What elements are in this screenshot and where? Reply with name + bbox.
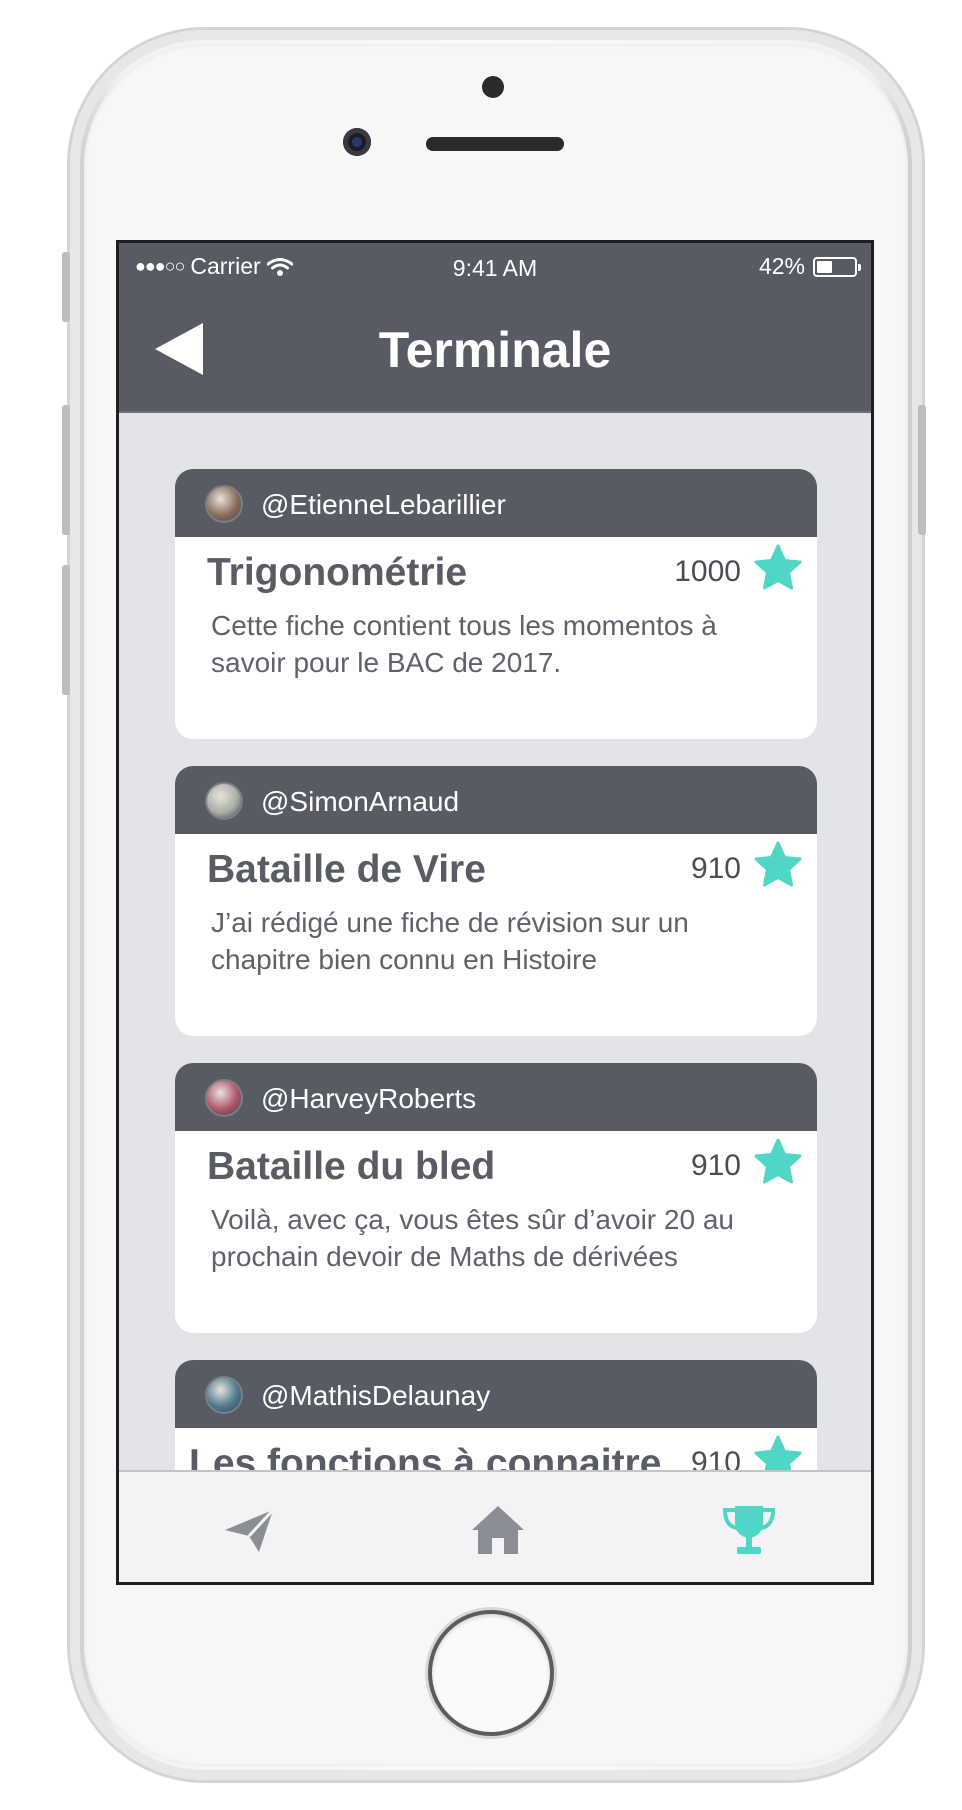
- sheet-list: @EtienneLebarillier Trigonométrie 1000 C…: [119, 413, 871, 1473]
- star-count: 910: [690, 852, 741, 885]
- sheet-card[interactable]: @MathisDelaunay Les fonctions à connaitr…: [175, 1360, 817, 1473]
- sheet-title: Trigonométrie: [207, 551, 468, 594]
- avatar[interactable]: [205, 1079, 243, 1117]
- home-icon[interactable]: [468, 1500, 528, 1560]
- front-camera: [343, 128, 371, 156]
- earpiece-speaker: [426, 137, 564, 151]
- power-button: [918, 405, 926, 535]
- sheet-card[interactable]: @SimonArnaud Bataille de Vire 910 J’ai r…: [175, 766, 817, 1036]
- page-title: Terminale: [378, 322, 612, 378]
- star-count: 1000: [674, 555, 741, 588]
- battery-icon: [813, 256, 861, 277]
- card-author-bar: @SimonArnaud: [175, 766, 817, 834]
- battery-tip: [858, 263, 861, 271]
- star-count: 910: [690, 1149, 741, 1182]
- battery-level: [817, 260, 833, 273]
- status-bar: ●●●○○ Carrier 9:41 AM 42%: [119, 243, 871, 291]
- tab-bar: [119, 1470, 871, 1582]
- navigation-header: ●●●○○ Carrier 9:41 AM 42% Terminale: [119, 243, 871, 413]
- status-right: 42%: [758, 253, 861, 280]
- app-screen: ●●●○○ Carrier 9:41 AM 42% Terminale @Eti…: [116, 240, 874, 1585]
- card-author-bar: @EtienneLebarillier: [175, 469, 817, 537]
- star-icon[interactable]: [753, 1434, 803, 1473]
- sheet-description: J’ai rédigé une fiche de révision sur un…: [211, 907, 689, 975]
- star-icon[interactable]: [753, 1137, 803, 1187]
- star-count: 910: [690, 1446, 741, 1473]
- author-username[interactable]: @MathisDelaunay: [261, 1380, 490, 1412]
- sheet-title: Les fonctions à connaitre: [189, 1442, 662, 1473]
- sheet-card[interactable]: @HarveyRoberts Bataille du bled 910 Voil…: [175, 1063, 817, 1333]
- sheet-card[interactable]: @EtienneLebarillier Trigonométrie 1000 C…: [175, 469, 817, 739]
- proximity-sensor: [482, 76, 504, 98]
- home-button[interactable]: [428, 1610, 554, 1736]
- volume-up-button: [62, 405, 70, 535]
- sheet-description: Cette fiche contient tous les momentos à…: [211, 610, 717, 678]
- card-author-bar: @MathisDelaunay: [175, 1360, 817, 1428]
- card-author-bar: @HarveyRoberts: [175, 1063, 817, 1131]
- author-username[interactable]: @SimonArnaud: [261, 786, 459, 818]
- battery-percent: 42%: [758, 253, 805, 279]
- trophy-icon[interactable]: [719, 1500, 779, 1560]
- mute-switch: [62, 252, 70, 322]
- avatar[interactable]: [205, 782, 243, 820]
- sheet-title: Bataille de Vire: [207, 848, 486, 891]
- star-icon[interactable]: [753, 543, 803, 593]
- paper-plane-icon[interactable]: [219, 1500, 279, 1560]
- sheet-description: Voilà, avec ça, vous êtes sûr d’avoir 20…: [211, 1204, 734, 1272]
- sheet-title: Bataille du bled: [207, 1145, 496, 1188]
- author-username[interactable]: @HarveyRoberts: [261, 1083, 476, 1115]
- volume-down-button: [62, 565, 70, 695]
- star-icon[interactable]: [753, 840, 803, 890]
- avatar[interactable]: [205, 485, 243, 523]
- avatar[interactable]: [205, 1376, 243, 1414]
- author-username[interactable]: @EtienneLebarillier: [261, 489, 506, 521]
